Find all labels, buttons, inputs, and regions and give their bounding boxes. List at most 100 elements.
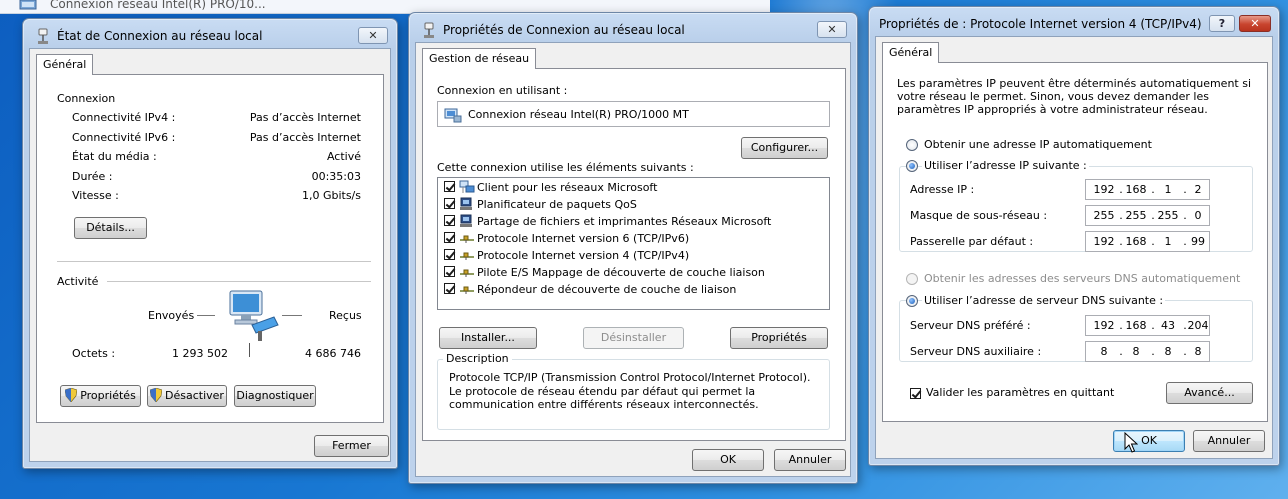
items-label: Cette connexion utilise les éléments sui… — [437, 161, 694, 174]
checkbox[interactable] — [444, 283, 455, 294]
window-client: Gestion de réseau Connexion en utilisant… — [415, 42, 851, 477]
preferred-dns-label: Serveur DNS préféré : — [910, 319, 1031, 332]
alternate-dns-field[interactable]: 8 . 8 . 8 . 8 — [1085, 341, 1210, 362]
disable-button[interactable]: Désactiver — [147, 385, 227, 407]
details-button[interactable]: Détails... — [74, 217, 147, 239]
tab-panel: Connexion en utilisant : Connexion résea… — [422, 68, 846, 441]
uac-shield-icon — [65, 388, 78, 402]
checkbox[interactable] — [444, 198, 455, 209]
auto-ip-radio[interactable] — [906, 139, 918, 151]
activity-computer-icon — [229, 290, 279, 341]
list-item-label: Protocole Internet version 4 (TCP/IPv4) — [477, 249, 690, 262]
tab-panel: Les paramètres IP peuvent être déterminé… — [882, 62, 1268, 422]
list-item[interactable]: Partage de fichiers et imprimantes Résea… — [444, 214, 771, 231]
configure-button[interactable]: Configurer... — [741, 137, 828, 159]
protocol-icon — [460, 235, 474, 243]
cancel-button[interactable]: Annuler — [774, 449, 846, 471]
ipv4-connectivity-value: Pas d’accès Internet — [249, 111, 361, 124]
network-service-icon — [460, 214, 472, 227]
components-list[interactable]: Client pour les réseaux Microsoft Planif… — [437, 177, 830, 310]
adapter-name: Connexion réseau Intel(R) PRO/1000 MT — [468, 108, 689, 121]
auto-ip-label: Obtenir une adresse IP automatiquement — [924, 138, 1152, 151]
description-label: Description — [443, 352, 512, 365]
ip-octet: 255 — [1157, 209, 1179, 222]
uac-shield-icon — [150, 388, 163, 402]
validate-checkbox[interactable] — [910, 388, 921, 399]
preferred-dns-field[interactable]: 192 . 168 . 43 . 204 — [1085, 315, 1210, 336]
divider — [249, 343, 250, 357]
ip-octet: 168 — [1125, 235, 1147, 248]
ip-octet: 192 — [1093, 319, 1115, 332]
ip-octet: 0 — [1194, 209, 1202, 222]
ip-octet: 1 — [1164, 235, 1172, 248]
manual-dns-radio[interactable] — [906, 295, 918, 307]
properties-button-label: Propriétés — [80, 389, 136, 402]
protocol-icon — [460, 269, 474, 277]
list-item-label: Partage de fichiers et imprimantes Résea… — [477, 215, 772, 228]
duration-value: 00:35:03 — [311, 170, 361, 183]
checkbox[interactable] — [444, 181, 455, 192]
divider — [107, 281, 371, 282]
ip-octet: 8 — [1194, 345, 1202, 358]
checkbox[interactable] — [444, 232, 455, 243]
ipv6-connectivity-label: Connectivité IPv6 : — [72, 131, 176, 144]
duration-label: Durée : — [72, 170, 113, 183]
ip-octet: 43 — [1161, 319, 1175, 332]
checkbox[interactable] — [444, 266, 455, 277]
ip-address-label: Adresse IP : — [910, 183, 975, 196]
list-item-label: Pilote E/S Mappage de découverte de couc… — [477, 266, 765, 279]
auto-dns-radio[interactable] — [906, 273, 918, 285]
ip-octet: 2 — [1194, 183, 1202, 196]
close-button[interactable]: Fermer — [314, 435, 389, 457]
manual-dns-label: Utiliser l’adresse de serveur DNS suivan… — [922, 294, 1166, 307]
speed-label: Vitesse : — [72, 189, 119, 202]
tab-general[interactable]: Général — [36, 54, 94, 75]
close-window-button[interactable]: ✕ — [817, 21, 847, 38]
cancel-button[interactable]: Annuler — [1193, 430, 1265, 452]
list-item[interactable]: Client pour les réseaux Microsoft — [444, 180, 657, 197]
network-icon — [424, 22, 434, 38]
manual-ip-label: Utiliser l’adresse IP suivante : — [922, 159, 1089, 172]
properties-button[interactable]: Propriétés — [60, 385, 141, 407]
validate-label: Valider les paramètres en quittant — [926, 386, 1115, 399]
ip-octet: 192 — [1093, 235, 1115, 248]
manual-ip-radio[interactable] — [906, 160, 918, 172]
properties-button[interactable]: Propriétés — [730, 327, 828, 349]
ip-octet: 168 — [1125, 183, 1147, 196]
connect-using-label: Connexion en utilisant : — [437, 84, 568, 97]
subnet-mask-label: Masque de sous-réseau : — [910, 209, 1048, 222]
subnet-mask-field[interactable]: 255 . 255 . 255 . 0 — [1085, 205, 1210, 226]
ip-octet: 168 — [1125, 319, 1147, 332]
list-item[interactable]: Pilote E/S Mappage de découverte de couc… — [444, 265, 765, 282]
window-title: Propriétés de : Protocole Internet versi… — [879, 17, 1202, 31]
checkbox[interactable] — [444, 215, 455, 226]
auto-dns-label: Obtenir les adresses des serveurs DNS au… — [924, 272, 1241, 285]
intro-text: Les paramètres IP peuvent être déterminé… — [897, 77, 1252, 116]
help-button[interactable]: ? — [1209, 15, 1235, 32]
install-button[interactable]: Installer... — [439, 327, 537, 349]
list-item-label: Client pour les réseaux Microsoft — [477, 181, 658, 194]
bytes-label: Octets : — [72, 347, 116, 360]
sent-label: Envoyés — [148, 309, 195, 322]
ip-octet: 1 — [1164, 183, 1172, 196]
close-window-button[interactable]: ✕ — [1239, 15, 1271, 32]
close-window-button[interactable]: ✕ — [358, 27, 388, 44]
list-item[interactable]: Protocole Internet version 4 (TCP/IPv4) — [444, 248, 689, 265]
list-item[interactable]: Répondeur de découverte de couche de lia… — [444, 282, 736, 299]
uninstall-button[interactable]: Désinstaller — [583, 327, 684, 349]
ok-button[interactable]: OK — [692, 449, 764, 471]
tab-general[interactable]: Général — [882, 42, 940, 63]
diagnose-button[interactable]: Diagnostiquer — [234, 385, 316, 407]
checkbox[interactable] — [444, 249, 455, 260]
ip-address-field[interactable]: 192 . 168 . 1 . 2 — [1085, 179, 1210, 200]
list-item[interactable]: Planificateur de paquets QoS — [444, 197, 637, 214]
received-label: Reçus — [329, 309, 362, 322]
list-item-label: Protocole Internet version 6 (TCP/IPv6) — [477, 232, 690, 245]
tab-networking[interactable]: Gestion de réseau — [422, 48, 537, 69]
tab-panel: Connexion Connectivité IPv4 : Pas d’accè… — [36, 74, 384, 423]
status-window: État de Connexion au réseau local ✕ Géné… — [22, 18, 398, 469]
list-item[interactable]: Protocole Internet version 6 (TCP/IPv6) — [444, 231, 689, 248]
gateway-field[interactable]: 192 . 168 . 1 . 99 — [1085, 231, 1210, 252]
adapter-field: Connexion réseau Intel(R) PRO/1000 MT — [437, 101, 830, 127]
advanced-button[interactable]: Avancé... — [1166, 382, 1253, 404]
